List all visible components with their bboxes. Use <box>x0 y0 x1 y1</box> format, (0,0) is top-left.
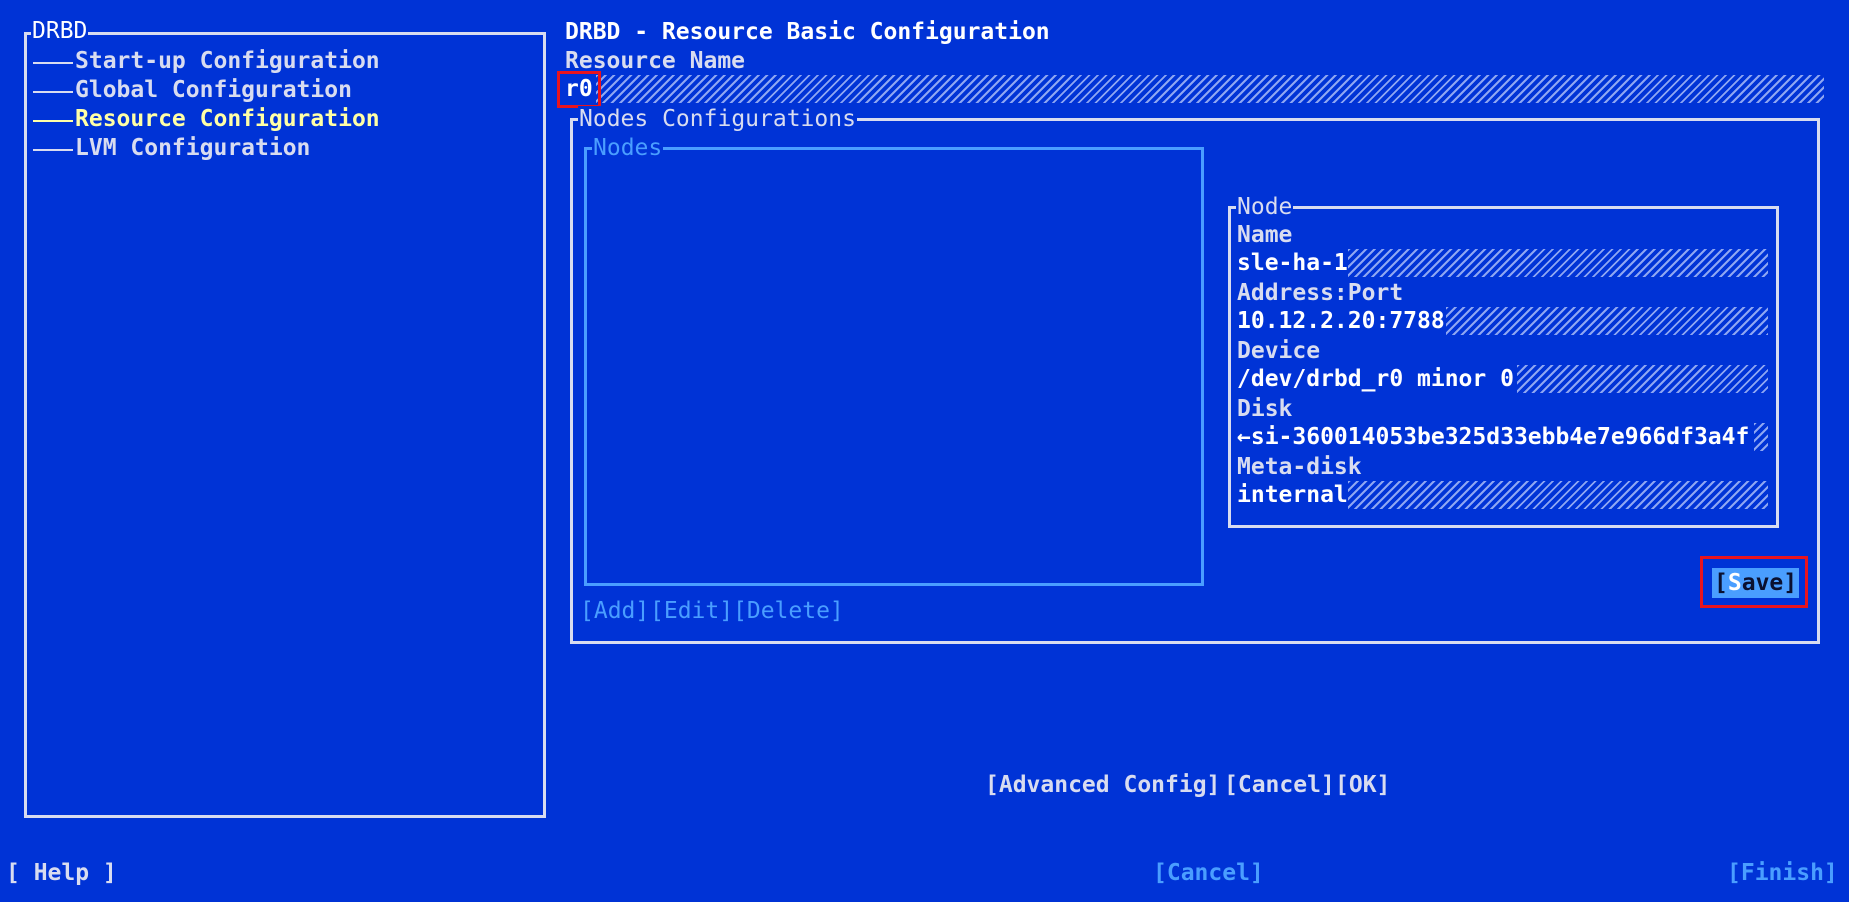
ok-button[interactable]: [OK] <box>1335 771 1390 800</box>
tree-branch <box>33 62 73 64</box>
focus-highlight <box>1700 556 1808 608</box>
tree-branch <box>33 120 73 122</box>
help-button[interactable]: [ Help ] <box>6 859 117 888</box>
delete-node-button[interactable]: [Delete] <box>733 597 844 626</box>
sidebar-item-lvm[interactable]: LVM Configuration <box>75 134 310 163</box>
node-device-label: Device <box>1237 338 1321 364</box>
node-disk-value[interactable]: ←si-360014053be325d33ebb4e7e966df3a4f <box>1237 423 1754 452</box>
node-address-value[interactable]: 10.12.2.20:7788 <box>1237 307 1445 336</box>
node-metadisk-label: Meta-disk <box>1237 454 1362 480</box>
node-disk-input[interactable] <box>1754 423 1768 451</box>
node-metadisk-input[interactable] <box>1348 481 1768 509</box>
advanced-config-button[interactable]: [Advanced Config] <box>985 771 1220 800</box>
node-address-label: Address:Port <box>1237 280 1404 306</box>
add-node-button[interactable]: [Add] <box>580 597 649 626</box>
node-device-value[interactable]: /dev/drbd_r0 minor 0 <box>1237 365 1514 394</box>
sidebar-item-resource[interactable]: Resource Configuration <box>75 105 380 134</box>
sidebar-tree-title: DRBD <box>31 18 89 44</box>
sidebar-item-startup[interactable]: Start-up Configuration <box>75 47 380 76</box>
tree-branch <box>33 149 73 151</box>
node-panel-label: Node <box>1236 194 1294 220</box>
node-disk-label: Disk <box>1237 396 1293 422</box>
finish-button[interactable]: [Finish] <box>1727 859 1838 888</box>
sidebar-item-global[interactable]: Global Configuration <box>75 76 352 105</box>
nodes-list[interactable] <box>584 147 1204 586</box>
node-name-input[interactable] <box>1348 249 1768 277</box>
node-name-label: Name <box>1237 222 1293 248</box>
nodes-list-label: Nodes <box>592 135 664 161</box>
edit-node-button[interactable]: [Edit] <box>650 597 733 626</box>
node-name-value[interactable]: sle-ha-1 <box>1237 249 1348 278</box>
footer-cancel-button[interactable]: [Cancel] <box>1153 859 1264 888</box>
resource-name-input[interactable] <box>596 75 1824 103</box>
focus-highlight <box>557 71 601 108</box>
page-title: DRBD - Resource Basic Configuration <box>565 19 1050 45</box>
node-device-input[interactable] <box>1517 365 1768 393</box>
nodes-config-label: Nodes Configurations <box>578 106 857 132</box>
dialog-cancel-button[interactable]: [Cancel] <box>1224 771 1335 800</box>
node-metadisk-value[interactable]: internal <box>1237 481 1348 510</box>
tree-branch <box>33 91 73 93</box>
node-address-input[interactable] <box>1446 307 1768 335</box>
